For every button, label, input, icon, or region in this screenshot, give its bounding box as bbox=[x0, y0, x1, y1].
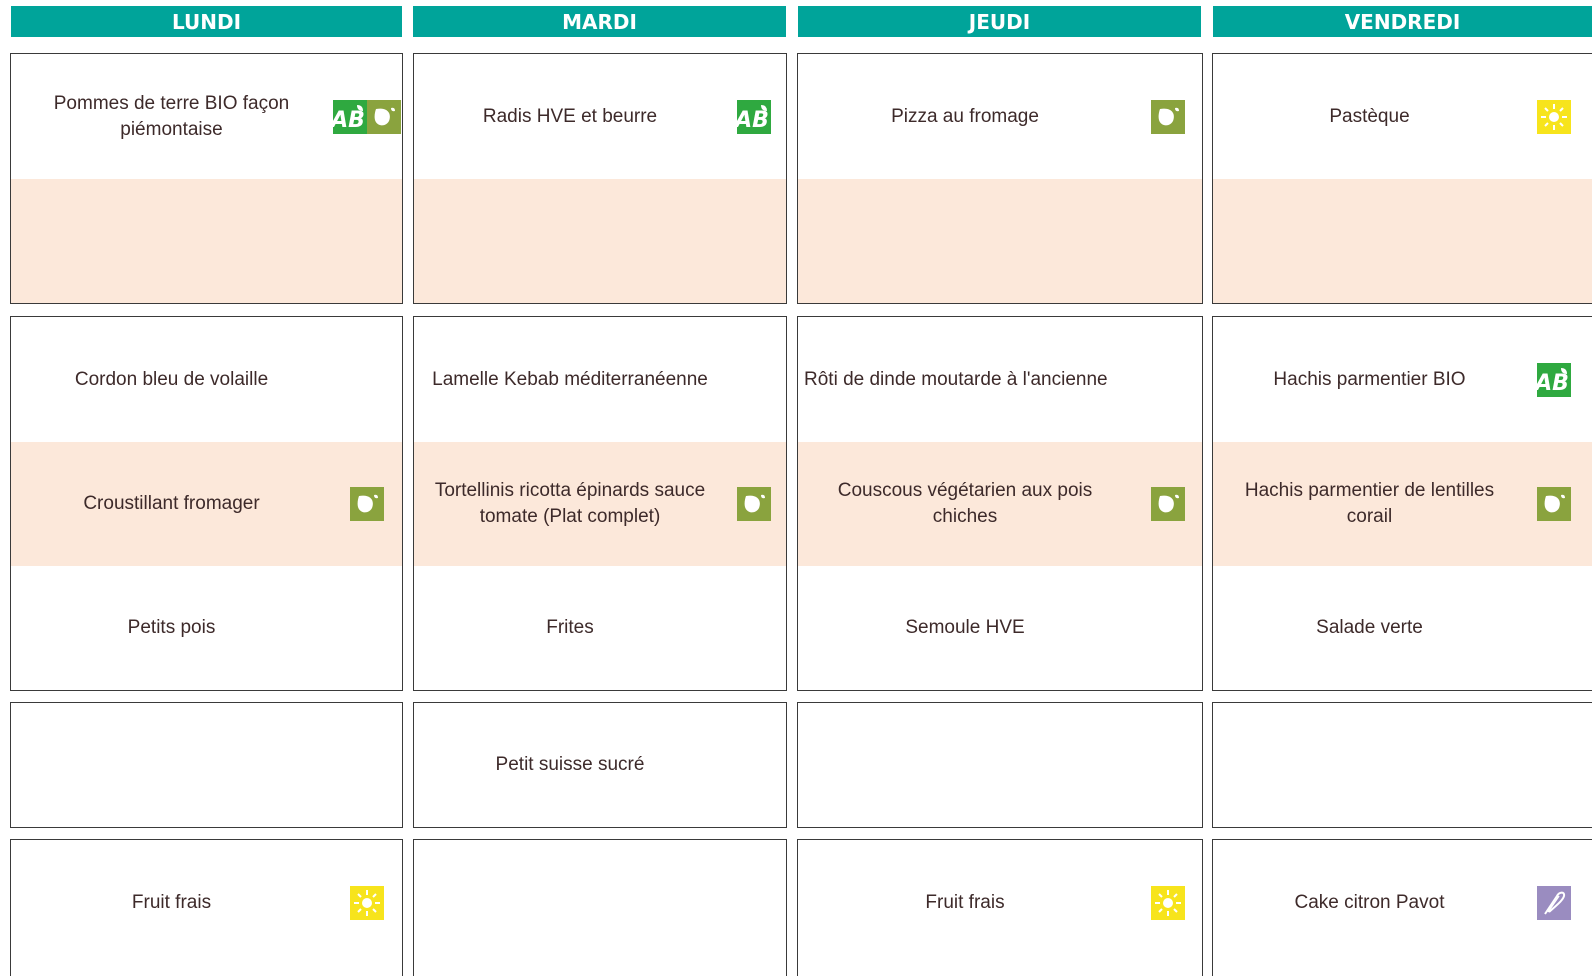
lundi-plat-alt-text: Croustillant fromager bbox=[83, 493, 260, 514]
mardi-entree-block: Radis HVE et beurre AB bbox=[413, 53, 787, 304]
vendredi-plat-alt-cell: Hachis parmentier de lentilles corail bbox=[1213, 442, 1592, 566]
vegetarian-leaf-icon bbox=[1151, 487, 1185, 521]
jeudi-plat-block: Rôti de dinde moutarde à l'ancienne Cous… bbox=[797, 316, 1203, 691]
organic-ab-text: AB bbox=[333, 108, 365, 133]
lundi-entree-text: Pommes de terre BIO façon piémontaise bbox=[53, 92, 290, 140]
mardi-dessert-block bbox=[413, 839, 787, 976]
vendredi-plat-block: Hachis parmentier BIO AB Hachis parmenti… bbox=[1212, 316, 1592, 691]
jeudi-laitage-cell bbox=[798, 703, 1202, 827]
lundi-laitage-block bbox=[10, 702, 403, 828]
vendredi-plat-text: Hachis parmentier BIO bbox=[1273, 368, 1466, 390]
vendredi-laitage-block bbox=[1212, 702, 1592, 828]
vegetarian-leaf-icon bbox=[1537, 487, 1571, 521]
jeudi-entree-text: Pizza au fromage bbox=[891, 105, 1039, 127]
mardi-plat-alt-cell: Tortellinis ricotta épinards sauce tomat… bbox=[414, 442, 786, 566]
seasonal-sun-icon bbox=[1537, 99, 1571, 134]
lundi-dessert-block: Fruit frais bbox=[10, 839, 403, 976]
mardi-plat-block: Lamelle Kebab méditerranéenne Tortellini… bbox=[413, 316, 787, 691]
organic-ab-icon: AB bbox=[333, 99, 367, 134]
mardi-laitage-cell: Petit suisse sucré bbox=[414, 703, 786, 827]
vendredi-dessert-cell: Cake citron Pavot bbox=[1213, 840, 1592, 966]
mardi-entree-text: Radis HVE et beurre bbox=[482, 105, 658, 127]
seasonal-sun-icon bbox=[1151, 886, 1185, 920]
mardi-dessert-cell bbox=[414, 840, 786, 966]
vendredi-dessert-text: Cake citron Pavot bbox=[1294, 892, 1445, 913]
lundi-entree-cell: Pommes de terre BIO façon piémontaise AB bbox=[11, 54, 402, 179]
lundi-garniture-cell: Petits pois bbox=[11, 566, 402, 690]
mardi-entree-alt-cell bbox=[414, 179, 786, 303]
vendredi-entree-alt-cell bbox=[1213, 179, 1592, 303]
vendredi-garniture-cell: Salade verte bbox=[1213, 566, 1592, 690]
vendredi-plat-alt-text: Hachis parmentier de lentilles corail bbox=[1244, 480, 1495, 527]
vendredi-entree-cell: Pastèque bbox=[1213, 54, 1592, 179]
jeudi-dessert-block: Fruit frais bbox=[797, 839, 1203, 976]
jeudi-garniture-text: Semoule HVE bbox=[905, 617, 1025, 638]
lundi-entree-alt-cell bbox=[11, 179, 402, 303]
organic-ab-text: AB bbox=[1537, 371, 1569, 396]
vendredi-dessert-block: Cake citron Pavot bbox=[1212, 839, 1592, 976]
lundi-plat-text: Cordon bleu de volaille bbox=[74, 368, 269, 390]
jeudi-plat-alt-text: Couscous végétarien aux pois chiches bbox=[837, 480, 1093, 527]
homemade-whisk-icon bbox=[1537, 886, 1571, 920]
jeudi-plat-cell: Rôti de dinde moutarde à l'ancienne bbox=[798, 317, 1202, 442]
mardi-garniture-text: Frites bbox=[546, 617, 594, 638]
jeudi-dessert-cell: Fruit frais bbox=[798, 840, 1202, 966]
vegetarian-leaf-icon bbox=[1151, 99, 1185, 134]
organic-ab-icon: AB bbox=[737, 99, 771, 134]
jeudi-plat-text: Rôti de dinde moutarde à l'ancienne bbox=[804, 368, 1108, 390]
vendredi-plat-cell: Hachis parmentier BIO AB bbox=[1213, 317, 1592, 442]
organic-ab-text: AB bbox=[737, 108, 769, 133]
vendredi-garniture-text: Salade verte bbox=[1316, 617, 1423, 638]
vendredi-entree-text: Pastèque bbox=[1329, 105, 1410, 127]
mardi-garniture-cell: Frites bbox=[414, 566, 786, 690]
jeudi-entree-alt-cell bbox=[798, 179, 1202, 303]
organic-ab-icon: AB bbox=[1537, 362, 1571, 397]
vendredi-entree-block: Pastèque bbox=[1212, 53, 1592, 304]
lundi-laitage-cell bbox=[11, 703, 402, 827]
lundi-plat-alt-cell: Croustillant fromager bbox=[11, 442, 402, 566]
vegetarian-leaf-icon bbox=[737, 487, 771, 521]
lundi-dessert-cell: Fruit frais bbox=[11, 840, 402, 966]
lundi-garniture-text: Petits pois bbox=[127, 617, 216, 638]
lundi-plat-cell: Cordon bleu de volaille bbox=[11, 317, 402, 442]
mardi-entree-cell: Radis HVE et beurre AB bbox=[414, 54, 786, 179]
lundi-entree-block: Pommes de terre BIO façon piémontaise AB bbox=[10, 53, 403, 304]
mardi-plat-alt-text: Tortellinis ricotta épinards sauce tomat… bbox=[434, 480, 706, 527]
jeudi-dessert-text: Fruit frais bbox=[925, 892, 1005, 913]
mardi-laitage-block: Petit suisse sucré bbox=[413, 702, 787, 828]
day-header-mardi: MARDI bbox=[413, 6, 786, 37]
mardi-plat-text: Lamelle Kebab méditerranéenne bbox=[432, 368, 708, 390]
vegetarian-leaf-icon bbox=[350, 487, 384, 521]
lundi-dessert-text: Fruit frais bbox=[131, 892, 212, 913]
day-header-vendredi: VENDREDI bbox=[1213, 6, 1592, 37]
seasonal-sun-icon bbox=[350, 886, 384, 920]
mardi-laitage-text: Petit suisse sucré bbox=[495, 754, 645, 775]
day-header-jeudi: JEUDI bbox=[798, 6, 1201, 37]
jeudi-entree-cell: Pizza au fromage bbox=[798, 54, 1202, 179]
jeudi-entree-block: Pizza au fromage bbox=[797, 53, 1203, 304]
vegetarian-leaf-icon bbox=[367, 99, 401, 134]
jeudi-plat-alt-cell: Couscous végétarien aux pois chiches bbox=[798, 442, 1202, 566]
vendredi-laitage-cell bbox=[1213, 703, 1592, 827]
day-header-lundi: LUNDI bbox=[11, 6, 402, 37]
jeudi-laitage-block bbox=[797, 702, 1203, 828]
jeudi-garniture-cell: Semoule HVE bbox=[798, 566, 1202, 690]
mardi-plat-cell: Lamelle Kebab méditerranéenne bbox=[414, 317, 786, 442]
lundi-plat-block: Cordon bleu de volaille Croustillant fro… bbox=[10, 316, 403, 691]
